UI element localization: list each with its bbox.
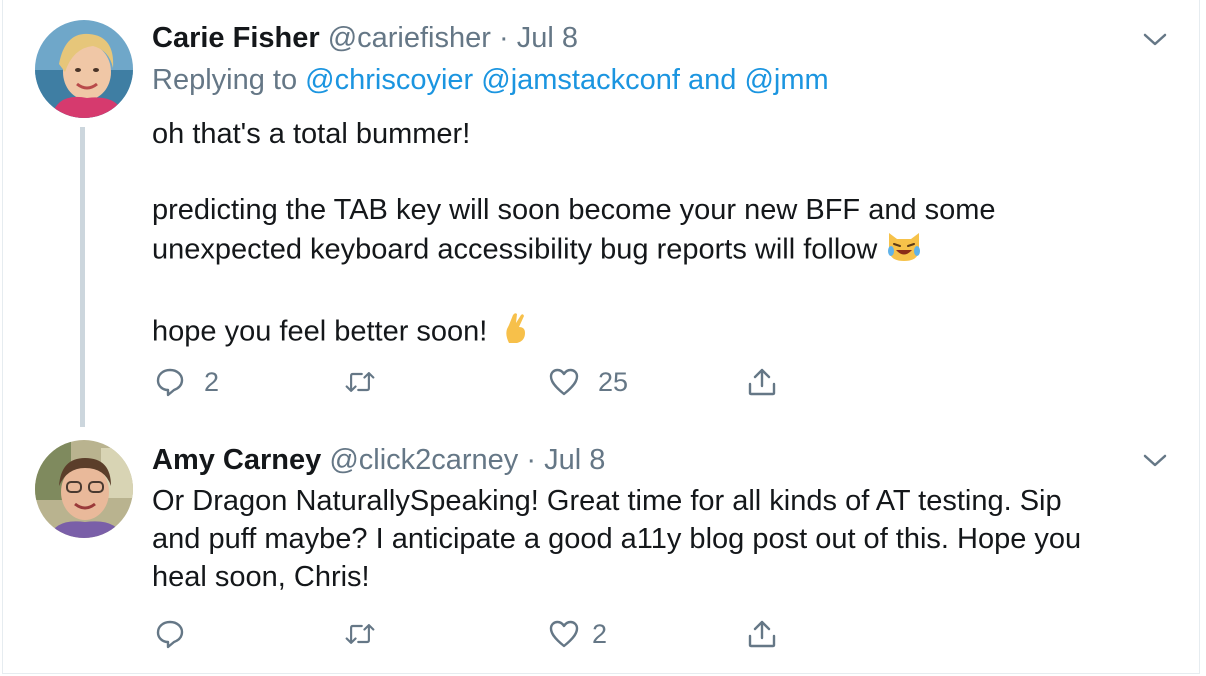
reply-icon (156, 368, 184, 397)
mention-chriscoyier[interactable]: @chriscoyier (305, 64, 473, 96)
tweet-text: oh that's a total bummer! predicting the… (152, 115, 1162, 355)
tweet-line: hope you feel better soon! (152, 311, 1162, 355)
retweet-button[interactable] (344, 616, 394, 652)
mention-jmm[interactable]: @jmm (744, 64, 828, 96)
tweet-line: oh that's a total bummer! (152, 118, 471, 150)
tweet-line: Or Dragon NaturallySpeaking! Great time … (152, 485, 1062, 517)
retweet-icon (345, 624, 375, 644)
separator-dot: · (526, 444, 537, 476)
mention-and[interactable]: and (688, 64, 736, 96)
chevron-down-icon[interactable] (1140, 451, 1170, 471)
reply-button[interactable] (154, 616, 204, 652)
like-count: 25 (598, 366, 629, 397)
tweet-actions: 2 (152, 616, 852, 652)
share-button[interactable] (746, 364, 778, 400)
retweet-button[interactable] (344, 364, 394, 400)
separator-dot: · (498, 22, 509, 54)
tweet-actions: 2 25 (152, 364, 852, 400)
tweet-line: unexpected keyboard accessibility bug re… (152, 229, 1162, 273)
like-button[interactable]: 25 (548, 364, 628, 400)
author-name[interactable]: Carie Fisher (152, 22, 320, 54)
tweet-carie-fisher[interactable]: Carie Fisher @cariefisher · Jul 8 Replyi… (0, 0, 1206, 430)
reply-button[interactable]: 2 (154, 364, 219, 400)
tweet-header: Carie Fisher @cariefisher · Jul 8 (152, 22, 578, 55)
avatar[interactable] (35, 20, 133, 118)
like-button[interactable]: 2 (548, 616, 607, 652)
share-button[interactable] (746, 616, 778, 652)
thread-line (80, 127, 85, 427)
laughing-cat-emoji (885, 229, 923, 273)
heart-icon (549, 620, 579, 648)
retweet-icon (345, 372, 375, 392)
tweet-amy-carney[interactable]: Amy Carney @click2carney · Jul 8 Or Drag… (0, 430, 1206, 670)
tweet-header: Amy Carney @click2carney · Jul 8 (152, 444, 605, 477)
share-icon (748, 368, 776, 396)
tweet-line: predicting the TAB key will soon become … (152, 194, 996, 226)
author-name[interactable]: Amy Carney (152, 444, 321, 476)
mention-jamstackconf[interactable]: @jamstackconf (481, 64, 680, 96)
like-count: 2 (592, 618, 608, 649)
share-icon (748, 620, 776, 648)
tweet-date[interactable]: Jul 8 (544, 444, 605, 476)
avatar[interactable] (35, 440, 133, 538)
crossed-fingers-emoji (501, 311, 531, 355)
reply-icon (156, 620, 184, 649)
reply-count: 2 (204, 366, 220, 397)
tweet-date[interactable]: Jul 8 (517, 22, 578, 54)
tweet-line: and puff maybe? I anticipate a good a11y… (152, 523, 1082, 555)
heart-icon (549, 368, 579, 396)
author-handle[interactable]: @cariefisher (328, 22, 491, 54)
author-handle[interactable]: @click2carney (329, 444, 518, 476)
replying-to-label: Replying to (152, 64, 298, 96)
tweet-line: heal soon, Chris! (152, 561, 370, 593)
tweet-text: Or Dragon NaturallySpeaking! Great time … (152, 482, 1162, 596)
replying-to: Replying to @chriscoyier @jamstackconf a… (152, 64, 829, 97)
chevron-down-icon[interactable] (1140, 30, 1170, 50)
